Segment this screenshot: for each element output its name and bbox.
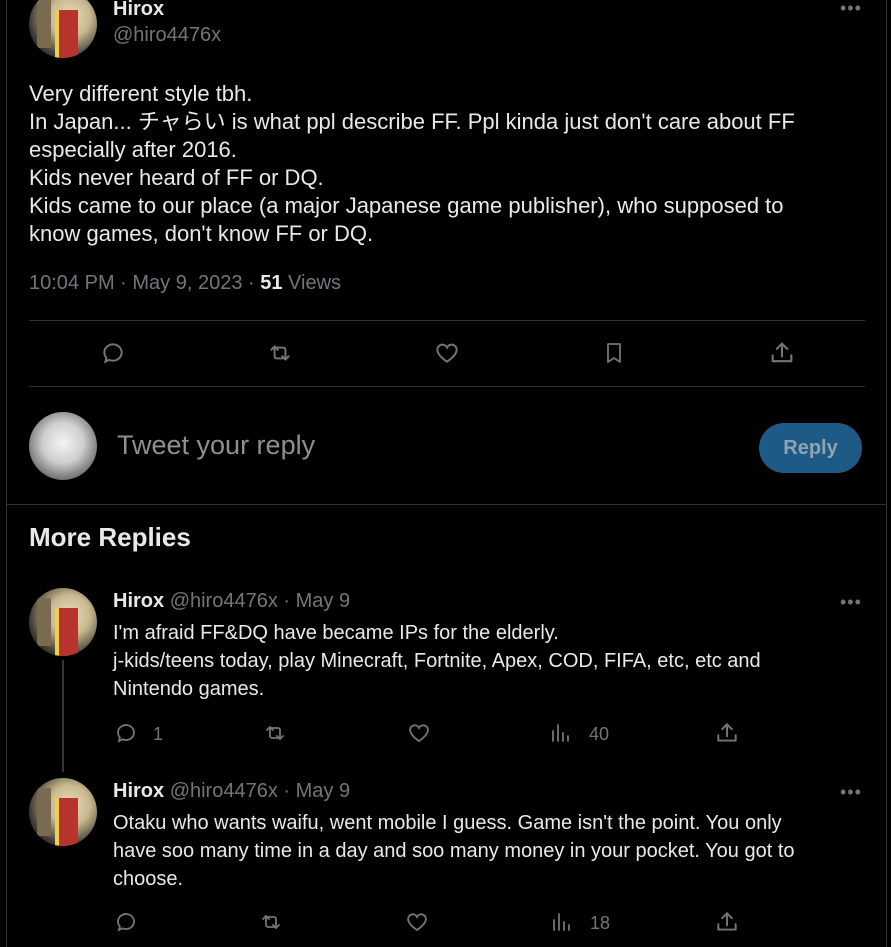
tweet-line: especially after 2016. [29, 137, 237, 162]
reply-separator: · [283, 590, 291, 612]
reply-count: 1 [153, 724, 164, 744]
reply-line: I'm afraid FF&DQ have became IPs for the… [113, 622, 559, 644]
like-icon[interactable] [406, 721, 432, 750]
reply-date[interactable]: May 9 [296, 780, 350, 802]
reply-separator: · [283, 780, 291, 802]
reply-more-icon[interactable]: ••• [840, 592, 862, 613]
tweet-line: In Japan... チャらい is what ppl describe FF… [29, 109, 795, 134]
tweet-line: know games, don't know FF or DQ. [29, 221, 374, 246]
divider [29, 320, 865, 321]
reply-icon[interactable] [100, 340, 126, 371]
reply-header: Hirox @hiro4476x · May 9 [113, 780, 350, 803]
divider [29, 386, 865, 387]
share-icon[interactable] [768, 339, 796, 372]
tweet-timestamp[interactable]: 10:04 PM · May 9, 2023 · [29, 272, 260, 294]
reply-line: choose. [113, 868, 184, 890]
author-handle[interactable]: @hiro4476x [113, 24, 221, 47]
reply-author-name[interactable]: Hirox [113, 590, 164, 612]
views-count: 18 [590, 913, 611, 933]
tweet-line: Kids never heard of FF or DQ. [29, 165, 324, 190]
like-icon[interactable] [433, 340, 461, 371]
author-name[interactable]: Hirox [113, 0, 164, 21]
reply-text: I'm afraid FF&DQ have became IPs for the… [113, 619, 873, 703]
tweet-text: Very different style tbh. In Japan... チャ… [29, 80, 869, 248]
like-icon[interactable] [404, 910, 430, 939]
tweet-line: Very different style tbh. [29, 81, 253, 106]
bookmark-icon[interactable] [602, 339, 626, 372]
reply-date[interactable]: May 9 [296, 590, 350, 612]
reply-line: Nintendo games. [113, 678, 265, 700]
author-avatar[interactable] [29, 0, 97, 58]
reply-line: have soo many time in a day and soo many… [113, 840, 795, 862]
frame-border-right [886, 0, 887, 947]
share-icon[interactable] [714, 909, 740, 940]
reply-more-icon[interactable]: ••• [840, 782, 862, 803]
views-icon[interactable] [550, 910, 574, 939]
reply-text: Otaku who wants waifu, went mobile I gue… [113, 809, 873, 893]
reply-author-handle[interactable]: @hiro4476x [170, 780, 278, 802]
retweet-icon[interactable] [266, 340, 294, 371]
tweet-meta: 10:04 PM · May 9, 2023 · 51 Views [29, 272, 341, 295]
reply-author-handle[interactable]: @hiro4476x [170, 590, 278, 612]
section-divider [7, 504, 886, 505]
reply-author-name[interactable]: Hirox [113, 780, 164, 802]
more-replies-heading: More Replies [29, 522, 191, 552]
reply-icon[interactable] [114, 721, 138, 750]
reply-line: Otaku who wants waifu, went mobile I gue… [113, 812, 782, 834]
views-count: 40 [589, 724, 610, 744]
reply-icon[interactable] [114, 910, 138, 939]
retweet-icon[interactable] [262, 721, 288, 750]
reply-input[interactable]: Tweet your reply [117, 430, 315, 461]
views-label: Views [282, 272, 342, 294]
reply-line: j-kids/teens today, play Minecraft, Fort… [113, 650, 761, 672]
reply-header: Hirox @hiro4476x · May 9 [113, 590, 350, 613]
frame-border-left [6, 0, 7, 947]
tweet-more-icon[interactable]: ••• [840, 0, 862, 19]
retweet-icon[interactable] [258, 910, 284, 939]
share-icon[interactable] [714, 720, 740, 751]
views-count: 51 [260, 272, 283, 294]
reply-avatar[interactable] [29, 588, 97, 656]
reply-button[interactable]: Reply [759, 423, 862, 473]
thread-line [62, 660, 64, 772]
user-avatar[interactable] [29, 412, 97, 480]
tweet-line: Kids came to our place (a major Japanese… [29, 193, 784, 218]
reply-avatar[interactable] [29, 778, 97, 846]
views-icon[interactable] [549, 721, 573, 750]
